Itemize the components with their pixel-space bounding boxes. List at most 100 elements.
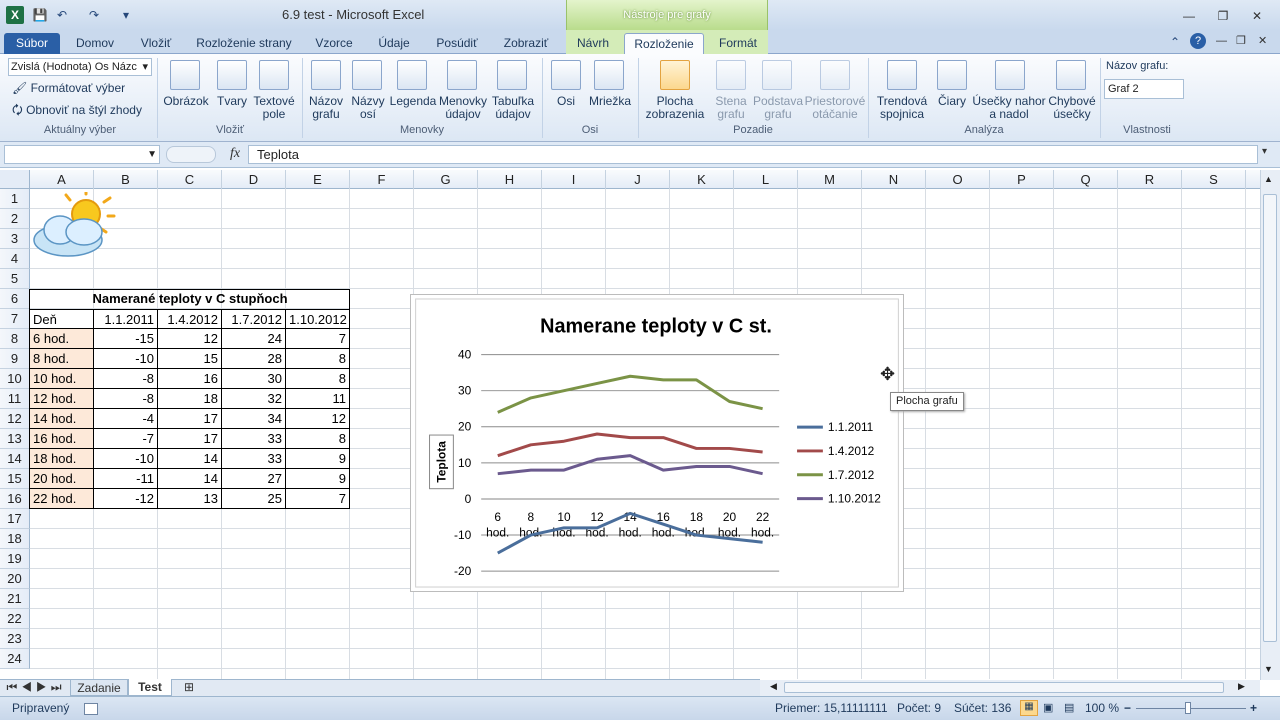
table-cell[interactable]: Deň [30,309,94,329]
table-cell[interactable]: 9 [286,469,350,489]
row-header[interactable]: 2 [0,209,30,229]
table-cell[interactable]: -10 [94,349,158,369]
row-header[interactable]: 11 [0,389,30,409]
tab-page-layout[interactable]: Rozloženie strany [192,33,296,54]
table-cell[interactable]: 17 [158,409,222,429]
column-header[interactable]: B [94,170,158,189]
page-break-view-icon[interactable]: ▤ [1064,701,1074,714]
reset-style-button[interactable]: 🗘 Obnoviť na štýl zhody [12,104,142,117]
scroll-up-icon[interactable]: ▲ [1264,174,1273,184]
column-header[interactable]: F [350,170,414,189]
row-header[interactable]: 9 [0,349,30,369]
table-cell[interactable]: 1.7.2012 [222,309,286,329]
undo-icon[interactable]: ↶ [54,7,70,23]
weather-clipart[interactable] [30,192,116,262]
table-cell[interactable]: 14 hod. [30,409,94,429]
row-header[interactable]: 13 [0,429,30,449]
column-header[interactable]: L [734,170,798,189]
table-cell[interactable]: 8 [286,369,350,389]
doc-close-icon[interactable]: ✕ [1258,34,1267,47]
chart-title-button[interactable]: Názov grafu [303,95,349,121]
scroll-left-icon[interactable]: ◀ [770,681,777,692]
table-cell[interactable]: 34 [222,409,286,429]
scroll-right-icon[interactable]: ▶ [1238,681,1245,692]
table-cell[interactable]: 6 hod. [30,329,94,349]
legend-entry[interactable]: 1.10.2012 [828,492,881,506]
table-cell[interactable]: 15 [158,349,222,369]
zoom-slider-thumb[interactable] [1185,702,1191,714]
row-header[interactable]: 17 [0,509,30,529]
tab-formulas[interactable]: Vzorce [306,33,362,54]
maximize-icon[interactable]: ❐ [1212,8,1234,24]
table-cell[interactable]: 12 [286,409,350,429]
chevron-down-icon[interactable]: ▼ [147,146,157,163]
column-header[interactable]: A [30,170,94,189]
table-cell[interactable]: -4 [94,409,158,429]
column-header[interactable]: N [862,170,926,189]
column-header[interactable]: O [926,170,990,189]
row-header[interactable]: 10 [0,369,30,389]
table-cell[interactable]: 32 [222,389,286,409]
row-header[interactable]: 16 [0,489,30,509]
table-cell[interactable]: 14 [158,469,222,489]
help-icon[interactable]: ? [1190,33,1206,49]
excel-app-icon[interactable]: X [6,6,24,24]
close-icon[interactable]: ✕ [1246,8,1268,24]
line-chart[interactable]: Namerane teploty v C st. -20 -10 0 10 20 30 40… [410,294,904,592]
row-header[interactable]: 1 [0,189,30,209]
table-cell[interactable]: -15 [94,329,158,349]
series-line-2[interactable] [497,374,763,414]
table-cell[interactable]: 11 [286,389,350,409]
vertical-scrollbar[interactable]: ▲ ▼ [1260,170,1280,680]
shapes-button[interactable]: Tvary [210,95,254,108]
tab-file[interactable]: Súbor [4,33,60,55]
table-cell[interactable]: 14 [158,449,222,469]
table-cell[interactable]: 7 [286,489,350,509]
table-cell[interactable]: -8 [94,369,158,389]
row-header[interactable]: 19 [0,549,30,569]
row-header[interactable]: 18 [0,529,30,549]
table-cell[interactable]: -11 [94,469,158,489]
table-cell[interactable]: 1.10.2012 [286,309,350,329]
row-header[interactable]: 6 [0,289,30,309]
table-cell[interactable]: 20 hod. [30,469,94,489]
legend-button[interactable]: Legenda [387,95,439,108]
column-header[interactable]: I [542,170,606,189]
row-header[interactable]: 12 [0,409,30,429]
row-header[interactable]: 5 [0,269,30,289]
format-selection-button[interactable]: 🖌 Formátovať výber [12,82,125,95]
save-icon[interactable]: 💾 [32,7,48,23]
select-all-corner[interactable] [0,170,30,189]
table-cell[interactable]: 28 [222,349,286,369]
row-header[interactable]: 3 [0,229,30,249]
column-header[interactable]: R [1118,170,1182,189]
table-cell[interactable]: 27 [222,469,286,489]
doc-minimize-icon[interactable]: — [1216,35,1227,47]
expand-formula-icon[interactable]: ▾ [1262,146,1267,157]
column-header[interactable]: H [478,170,542,189]
tab-review[interactable]: Posúdiť [428,33,486,54]
h-scroll-thumb[interactable] [784,682,1224,693]
table-cell[interactable]: -8 [94,389,158,409]
plot-area-button[interactable]: Plocha zobrazenia [640,95,710,121]
zoom-level[interactable]: 100 % [1085,701,1119,715]
error-bars-button[interactable]: Chybové úsečky [1046,95,1098,121]
insert-sheet-icon[interactable]: ⊞ [176,679,202,696]
table-cell[interactable]: -7 [94,429,158,449]
column-header[interactable]: J [606,170,670,189]
tab-data[interactable]: Údaje [372,33,416,54]
table-cell[interactable]: 7 [286,329,350,349]
row-header[interactable]: 20 [0,569,30,589]
tab-view[interactable]: Zobraziť [496,33,556,54]
axes-button[interactable]: Osi [546,95,586,108]
lines-button[interactable]: Čiary [932,95,972,108]
status-sum[interactable]: Súčet: 136 [954,701,1011,715]
axis-titles-button[interactable]: Názvy osí [348,95,388,121]
tab-home[interactable]: Domov [70,33,120,54]
legend-entry[interactable]: 1.7.2012 [828,468,875,482]
trendline-button[interactable]: Trendová spojnica [872,95,932,121]
table-cell[interactable]: 18 hod. [30,449,94,469]
chart-element-dropdown[interactable]: Zvislá (Hodnota) Os Názc ▾ [8,58,152,76]
sheet-nav-arrows-icon[interactable]: ⏮◀▶⏭ [6,679,66,696]
table-cell[interactable]: 8 [286,429,350,449]
